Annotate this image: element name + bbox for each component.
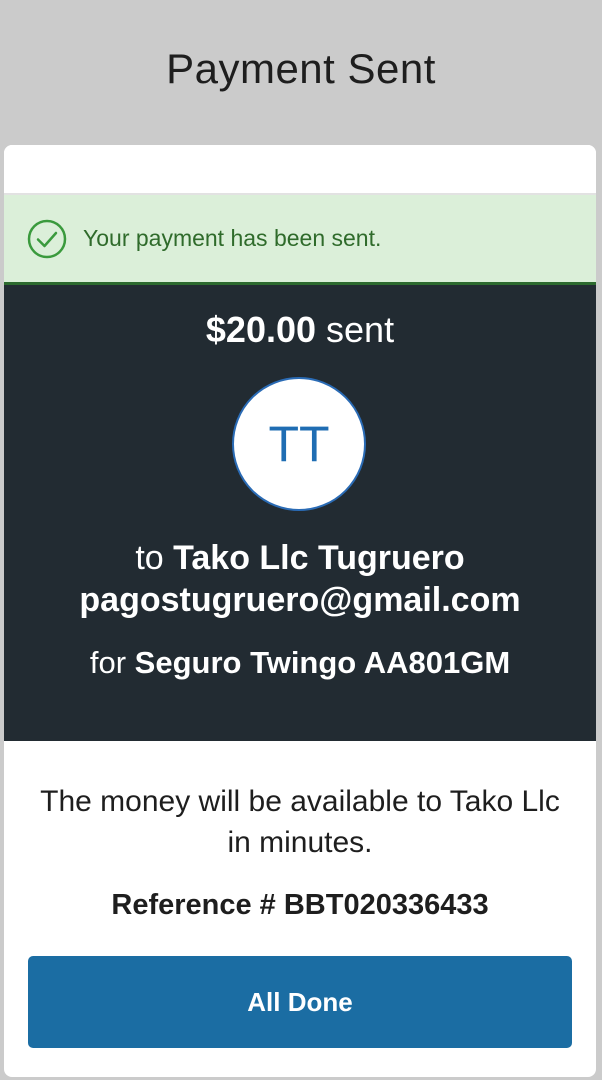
amount-value: $20.00: [205, 309, 317, 350]
card-top-spacer: [4, 145, 596, 195]
recipient-name: Tako Llc Tugruero: [173, 539, 465, 577]
to-prefix: to: [135, 539, 164, 577]
amount-line: $20.00 sent: [4, 309, 596, 351]
check-circle-icon: [27, 219, 67, 258]
success-alert: Your payment has been sent.: [4, 195, 596, 285]
avatar-initials: TT: [268, 416, 330, 472]
recipient-avatar: TT: [232, 377, 366, 511]
amount-suffix: sent: [326, 309, 395, 350]
memo-line: for Seguro Twingo AA801GM: [4, 645, 596, 681]
recipient-email: pagostugruero@gmail.com: [79, 581, 521, 619]
all-done-button[interactable]: All Done: [28, 956, 572, 1048]
page-title: Payment Sent: [166, 45, 436, 92]
success-message: Your payment has been sent.: [83, 225, 382, 251]
payment-details: The money will be available to Tako Llc …: [4, 741, 596, 1074]
recipient-info: to Tako Llc Tugruero pagostugruero@gmail…: [4, 537, 596, 621]
payment-summary: $20.00 sent TT to Tako Llc Tugruero pago…: [4, 285, 596, 741]
availability-text: The money will be available to Tako Llc …: [40, 785, 560, 859]
payment-memo: Seguro Twingo AA801GM: [134, 645, 511, 680]
reference-number: Reference # BBT020336433: [111, 889, 489, 921]
for-prefix: for: [89, 645, 127, 680]
recipient-name-line: to Tako Llc Tugruero: [4, 537, 596, 579]
payment-confirmation-card: Your payment has been sent. $20.00 sent …: [4, 145, 596, 1077]
page-header: Payment Sent: [0, 0, 602, 138]
